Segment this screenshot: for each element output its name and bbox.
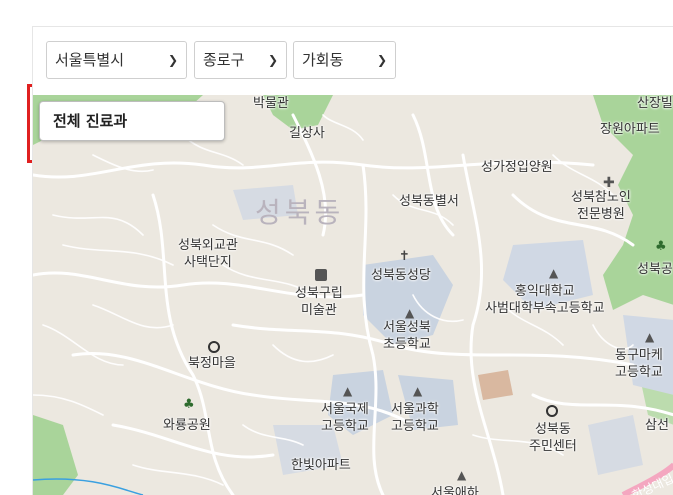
district-select[interactable]: 종로구 ❯: [194, 41, 287, 79]
map-label-adoption-center: 성가정입양원: [481, 160, 553, 175]
district-select-value: 종로구: [203, 51, 245, 69]
district-label: 성북동: [255, 196, 345, 229]
map-label-diplomat-housing: 성북외교관 사택단지: [178, 238, 238, 270]
school-icon: ▲: [343, 384, 353, 398]
map-label-byeolseo: 성북동별서: [399, 194, 459, 209]
school-icon: ▲: [413, 384, 423, 398]
school-icon: ▲: [645, 330, 655, 344]
school-icon: ▲: [457, 468, 467, 482]
church-icon: ✝: [399, 249, 410, 264]
map-view[interactable]: 성북동 박물관 길상사 산장빌 장원아파트 성가정입양원 성북참노인 전문병원 …: [33, 95, 673, 495]
chevron-down-icon: ❯: [167, 53, 178, 67]
neighborhood-select[interactable]: 가회동 ❯: [293, 41, 396, 79]
map-label-science-highschool: 서울과학 고등학교: [391, 402, 439, 434]
map-label-gilsangsa: 길상사: [289, 126, 325, 141]
map-label-samseon: 삼선: [645, 418, 669, 433]
map-label-hanbit-apt: 한빛아파트: [291, 458, 351, 473]
map-label-hospital: 성북참노인 전문병원: [571, 190, 631, 222]
chevron-down-icon: ❯: [267, 53, 278, 67]
park-tree-icon: ♣: [655, 239, 667, 254]
map-label-intl-highschool: 서울국제 고등학교: [321, 402, 369, 434]
map-label-community-center: 성북동 주민센터: [529, 422, 577, 454]
map-label-sanjang: 산장빌: [637, 96, 673, 111]
neighborhood-select-value: 가회동: [302, 51, 344, 69]
map-label-donggu-highschool: 동구마케 고등학교: [615, 348, 663, 380]
region-select-value: 서울특별시: [55, 51, 125, 69]
park-tree-icon: ♣: [183, 397, 195, 412]
map-label-seongbuk-park: 성북공: [637, 262, 673, 277]
map-label-museum: 박물관: [253, 96, 289, 111]
map-label-bukjeong-village: 북정마을: [188, 356, 236, 371]
map-label-art-museum: 성북구립 미술관: [295, 286, 343, 318]
school-icon: ▲: [549, 266, 559, 280]
building-block: [478, 370, 513, 400]
map-label-jangwon-apt: 장원아파트: [600, 122, 660, 137]
map-label-cathedral: 성북동성당: [371, 268, 431, 283]
museum-icon: [315, 269, 327, 281]
region-select[interactable]: 서울특별시 ❯: [46, 41, 187, 79]
department-filter-button[interactable]: 전체 진료과: [39, 101, 225, 141]
location-filters: 서울특별시 ❯ 종로구 ❯ 가회동 ❯: [33, 27, 673, 95]
hospital-cross-icon: ✚: [603, 175, 615, 191]
park-area: [33, 415, 78, 495]
chevron-down-icon: ❯: [376, 53, 387, 67]
map-label-elementary-school: 서울성북 초등학교: [383, 320, 431, 352]
landmark-circle-icon: [208, 341, 220, 353]
school-icon: ▲: [405, 306, 415, 320]
map-label-waryong-park: 와룡공원: [163, 418, 211, 433]
map-label-hongik-highschool: 홍익대학교 사범대학부속고등학교: [485, 284, 605, 316]
map-panel: 서울특별시 ❯ 종로구 ❯ 가회동 ❯ 성북동 박물관 길상사 산장빌 장원아파…: [32, 26, 673, 495]
landmark-circle-icon: [546, 405, 558, 417]
building-block: [588, 415, 643, 475]
